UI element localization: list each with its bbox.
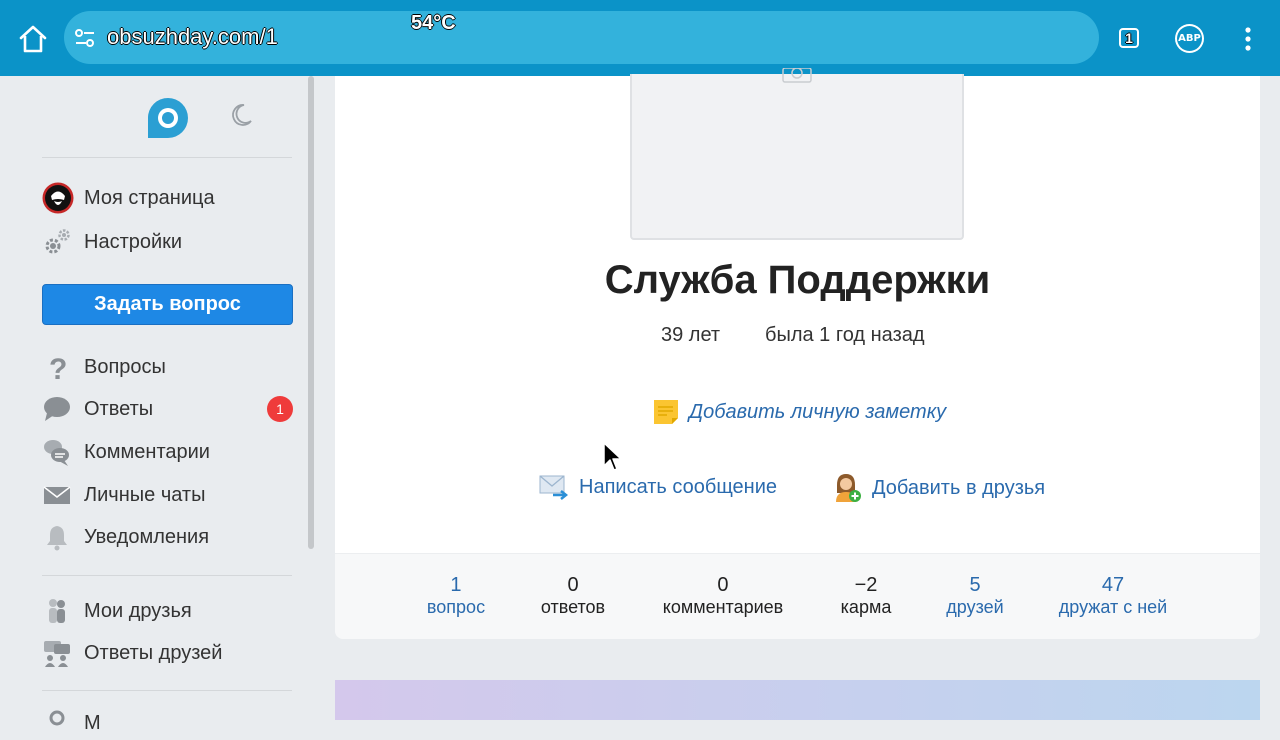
overflow-menu-icon[interactable] bbox=[1238, 26, 1258, 52]
stat-value: 0 bbox=[567, 574, 579, 596]
tab-switcher-button[interactable]: 1 bbox=[1119, 28, 1139, 48]
site-settings-icon[interactable] bbox=[74, 27, 96, 49]
add-friend-icon bbox=[836, 474, 861, 502]
sidebar-item-comments[interactable]: Комментарии bbox=[42, 435, 294, 469]
envelope-icon bbox=[42, 479, 74, 511]
gear-icon bbox=[42, 226, 74, 258]
sidebar-item-label: Уведомления bbox=[84, 525, 210, 548]
sidebar: Моя страница Настройки Задать вопрос ? В… bbox=[0, 76, 335, 734]
sidebar-divider bbox=[42, 575, 292, 576]
sticky-note-icon bbox=[654, 400, 678, 424]
add-friend-link[interactable]: Добавить в друзья bbox=[834, 473, 1045, 503]
stat-label: карма bbox=[840, 597, 892, 617]
profile-age: 39 лет bbox=[661, 324, 721, 346]
stat-label: ответов bbox=[540, 597, 606, 617]
home-icon[interactable] bbox=[18, 24, 48, 54]
sidebar-item-friends-answers[interactable]: Ответы друзей bbox=[42, 636, 294, 670]
moon-icon[interactable] bbox=[228, 102, 254, 128]
profile-last-seen: была 1 год назад bbox=[765, 324, 925, 346]
sidebar-item-label: Мои друзья bbox=[84, 599, 192, 622]
question-icon: ? bbox=[42, 351, 74, 383]
url-text[interactable]: obsuzhday.com/1 bbox=[107, 24, 278, 50]
add-note-label: Добавить личную заметку bbox=[689, 400, 947, 423]
user-icon bbox=[42, 707, 74, 739]
sidebar-item-label: Настройки bbox=[84, 230, 183, 253]
stat-karma: −2 карма bbox=[841, 574, 892, 618]
abp-icon: ABP bbox=[1177, 26, 1202, 51]
svg-text:?: ? bbox=[49, 353, 67, 382]
answers-count-badge: 1 bbox=[267, 396, 293, 422]
sidebar-item-settings[interactable]: Настройки bbox=[42, 225, 294, 259]
sidebar-item-label: Комментарии bbox=[84, 440, 210, 463]
friends-answers-icon bbox=[42, 637, 74, 669]
camera-icon bbox=[782, 68, 812, 83]
stat-friends[interactable]: 5 друзей bbox=[946, 574, 1003, 618]
adblock-button[interactable]: ABP bbox=[1175, 24, 1204, 53]
sidebar-item-label: Личные чаты bbox=[84, 483, 206, 506]
sidebar-divider bbox=[42, 157, 292, 158]
avatar bbox=[42, 182, 74, 214]
stat-value: 5 bbox=[969, 574, 981, 596]
sidebar-item-label: Ответы bbox=[84, 397, 154, 420]
stat-followers[interactable]: 47 дружат с ней bbox=[1059, 574, 1167, 618]
stat-label: вопрос bbox=[426, 597, 486, 617]
profile-stats: 1 вопрос 0 ответов 0 комментариев −2 кар… bbox=[335, 553, 1260, 639]
sidebar-item-my-friends[interactable]: Мои друзья bbox=[42, 594, 294, 628]
mouse-cursor-icon bbox=[603, 442, 622, 471]
stat-value: 47 bbox=[1101, 574, 1125, 596]
sidebar-item-label: Ответы друзей bbox=[84, 641, 223, 664]
sidebar-item-questions[interactable]: ? Вопросы bbox=[42, 350, 294, 384]
sidebar-item-notifications[interactable]: Уведомления bbox=[42, 520, 294, 554]
sidebar-item-chats[interactable]: Личные чаты bbox=[42, 478, 294, 512]
sidebar-item-label: Моя страница bbox=[84, 186, 215, 209]
sidebar-item-my-page[interactable]: Моя страница bbox=[42, 181, 294, 215]
add-note-link[interactable]: Добавить личную заметку bbox=[653, 399, 946, 425]
bell-icon bbox=[42, 521, 74, 553]
profile-name: Служба Поддержки bbox=[604, 258, 991, 302]
write-message-link[interactable]: Написать сообщение bbox=[539, 473, 777, 501]
stat-value: 1 bbox=[450, 574, 462, 596]
sidebar-item-partial[interactable]: М bbox=[42, 706, 294, 740]
sidebar-item-label: Вопросы bbox=[84, 355, 166, 378]
stat-value: 0 bbox=[717, 574, 729, 596]
stat-comments: 0 комментариев bbox=[663, 574, 783, 618]
comments-icon bbox=[42, 436, 74, 468]
next-content-block bbox=[335, 680, 1260, 720]
profile-photo-placeholder[interactable] bbox=[630, 68, 964, 240]
profile-card: Служба Поддержки 39 лет была 1 год назад… bbox=[335, 68, 1260, 639]
temperature-overlay: 54°C bbox=[411, 12, 456, 34]
stat-label: друзей bbox=[946, 597, 1004, 617]
write-message-label: Написать сообщение bbox=[579, 475, 778, 498]
stat-answers: 0 ответов bbox=[541, 574, 605, 618]
envelope-send-icon bbox=[539, 475, 569, 500]
stat-label: дружат с ней bbox=[1058, 597, 1168, 617]
address-bar[interactable]: obsuzhday.com/1 bbox=[64, 11, 1099, 64]
stat-questions[interactable]: 1 вопрос bbox=[427, 574, 485, 618]
sidebar-item-label: М bbox=[84, 711, 101, 734]
browser-toolbar: obsuzhday.com/1 54°C 1 ABP bbox=[0, 0, 1280, 76]
stat-value: −2 bbox=[854, 574, 878, 596]
stat-label: комментариев bbox=[662, 597, 784, 617]
sidebar-scrollbar[interactable] bbox=[308, 76, 314, 549]
sidebar-item-answers[interactable]: Ответы 1 bbox=[42, 392, 294, 426]
friends-icon bbox=[42, 595, 74, 627]
tab-count: 1 bbox=[1125, 30, 1133, 46]
speech-bubble-icon bbox=[42, 393, 74, 425]
add-friend-label: Добавить в друзья bbox=[872, 476, 1046, 499]
ask-question-button[interactable]: Задать вопрос bbox=[42, 284, 293, 325]
sidebar-divider bbox=[42, 690, 292, 691]
site-logo-icon[interactable] bbox=[146, 96, 190, 140]
